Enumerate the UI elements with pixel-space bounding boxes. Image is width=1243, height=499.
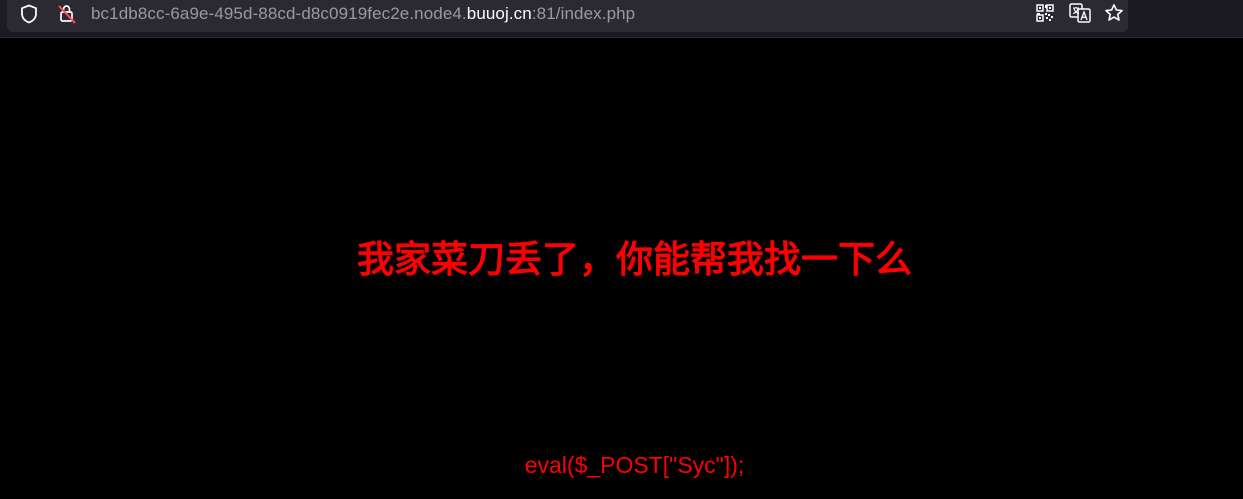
address-bar[interactable]: bc1db8cc-6a9e-495d-88cd-d8c0919fec2e.nod… <box>7 0 1128 32</box>
insecure-connection-icon[interactable] <box>53 3 81 25</box>
qr-code-icon[interactable] <box>1035 3 1055 23</box>
eval-code-line: eval($_POST["Syc"]); <box>524 452 745 478</box>
url-suffix: :81/index.php <box>531 4 636 23</box>
bookmark-star-icon[interactable] <box>1103 2 1125 24</box>
translate-icon[interactable] <box>1068 2 1092 24</box>
url-host: buuoj.cn <box>466 4 532 23</box>
browser-toolbar: bc1db8cc-6a9e-495d-88cd-d8c0919fec2e.nod… <box>0 0 1243 38</box>
page-content: 我家菜刀丢了，你能帮我找一下么 eval($_POST["Syc"]); <box>0 38 1243 499</box>
url-prefix: bc1db8cc-6a9e-495d-88cd-d8c0919fec2e.nod… <box>91 4 467 23</box>
page-heading: 我家菜刀丢了，你能帮我找一下么 <box>357 238 912 281</box>
shield-icon[interactable] <box>19 3 39 25</box>
url-text[interactable]: bc1db8cc-6a9e-495d-88cd-d8c0919fec2e.nod… <box>91 4 635 24</box>
